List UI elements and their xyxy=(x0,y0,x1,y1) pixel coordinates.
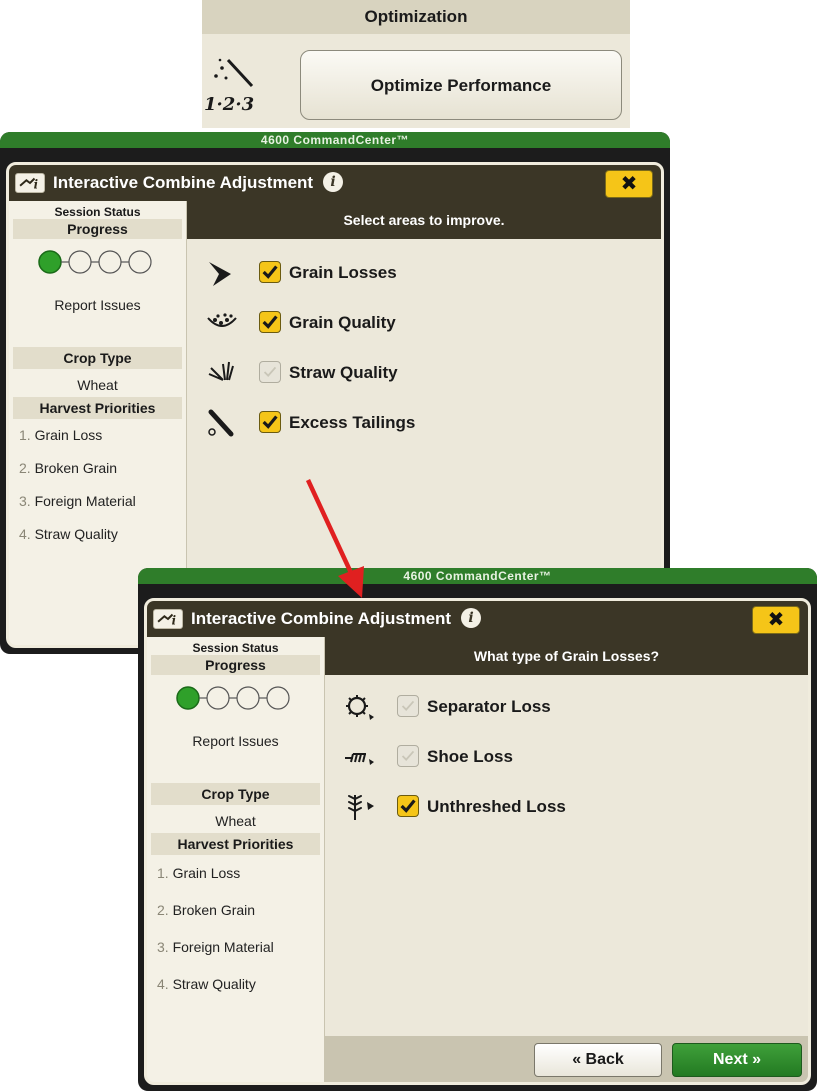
content-prompt: What type of Grain Losses? xyxy=(325,637,808,675)
svg-text:i: i xyxy=(34,177,38,191)
close-button[interactable]: ✖ xyxy=(605,170,653,198)
crop-type-value: Wheat xyxy=(215,813,256,829)
commandcenter-bar: 4600 CommandCenter™ xyxy=(138,568,817,584)
dialog-frame: i Interactive Combine Adjustment i ✖ Sess… xyxy=(144,598,811,1085)
info-icon[interactable]: i xyxy=(323,171,344,192)
option-label: Straw Quality xyxy=(289,363,398,382)
progress-label: Progress xyxy=(13,219,182,239)
harvest-priorities-label: Harvest Priorities xyxy=(13,397,182,419)
grain-quality-icon xyxy=(207,313,237,327)
session-sidebar: Session Status Progress Report Issues Cr… xyxy=(147,637,325,1082)
crop-type-label: Crop Type xyxy=(151,783,320,805)
options-area: Separator Loss Shoe Loss Unthreshed Loss xyxy=(325,675,808,1082)
info-icon[interactable]: i xyxy=(461,607,482,628)
dialog-title: Interactive Combine Adjustment i xyxy=(53,165,344,201)
dialog-title: Interactive Combine Adjustment i xyxy=(191,601,482,637)
option-label: Separator Loss xyxy=(427,697,551,716)
checkbox-checked[interactable] xyxy=(259,261,281,283)
option-label: Shoe Loss xyxy=(427,747,513,766)
option-grain-quality[interactable]: Grain Quality xyxy=(205,305,605,341)
excess-tailings-icon xyxy=(208,409,234,437)
current-step-label: Report Issues xyxy=(192,733,279,749)
progress-label: Progress xyxy=(151,655,320,675)
priority-item: 2. Broken Grain xyxy=(19,460,118,476)
checkbox-checked[interactable] xyxy=(259,311,281,333)
ica-app-icon: i xyxy=(153,609,183,629)
grain-losses-icon xyxy=(209,262,231,286)
optimization-header: Optimization xyxy=(202,0,630,34)
combine-adjustment-screen-2: 4600 CommandCenter™ i Interactive Combin… xyxy=(138,568,817,1091)
harvest-priorities-label: Harvest Priorities xyxy=(151,833,320,855)
checkbox-unchecked[interactable] xyxy=(397,745,419,767)
back-button[interactable]: « Back xyxy=(534,1043,662,1077)
crop-type-label: Crop Type xyxy=(13,347,182,369)
close-button[interactable]: ✖ xyxy=(752,606,800,634)
commandcenter-bar: 4600 CommandCenter™ xyxy=(0,132,670,148)
svg-text:i: i xyxy=(172,613,176,627)
option-label: Excess Tailings xyxy=(289,413,416,432)
progress-indicator xyxy=(37,250,152,274)
next-button[interactable]: Next » xyxy=(672,1043,802,1077)
checkbox-unchecked[interactable] xyxy=(259,361,281,383)
option-straw-quality[interactable]: Straw Quality xyxy=(205,355,605,391)
magic-wand-123-icon: 1·2·3 xyxy=(204,58,254,115)
priority-item: 4. Straw Quality xyxy=(19,526,118,542)
priority-item: 3. Foreign Material xyxy=(19,493,136,509)
separator-loss-icon xyxy=(346,695,374,720)
priority-item: 1. Grain Loss xyxy=(19,427,103,443)
dialog-title-bar: i Interactive Combine Adjustment i ✖ xyxy=(9,165,661,201)
checkbox-unchecked[interactable] xyxy=(397,695,419,717)
wand-number-text: 1·2·3 xyxy=(204,94,254,115)
session-status-label: Session Status xyxy=(192,641,279,655)
option-unthreshed-loss[interactable]: Unthreshed Loss xyxy=(343,789,743,825)
option-grain-losses[interactable]: Grain Losses xyxy=(205,255,605,291)
option-shoe-loss[interactable]: Shoe Loss xyxy=(343,739,743,775)
option-separator-loss[interactable]: Separator Loss xyxy=(343,689,743,725)
optimize-performance-button[interactable]: Optimize Performance xyxy=(300,50,622,120)
priority-item: 4. Straw Quality xyxy=(157,976,256,992)
option-excess-tailings[interactable]: Excess Tailings xyxy=(205,405,605,441)
current-step-label: Report Issues xyxy=(54,297,141,313)
unthreshed-loss-icon xyxy=(348,795,374,820)
session-status-label: Session Status xyxy=(54,205,141,219)
progress-indicator xyxy=(175,686,290,710)
ica-app-icon: i xyxy=(15,173,45,193)
straw-quality-icon xyxy=(208,361,234,381)
option-label: Grain Losses xyxy=(289,263,397,282)
checkbox-checked[interactable] xyxy=(397,795,419,817)
content-prompt: Select areas to improve. xyxy=(187,201,661,239)
priority-item: 1. Grain Loss xyxy=(157,865,241,881)
dialog-title-bar: i Interactive Combine Adjustment i ✖ xyxy=(147,601,808,637)
crop-type-value: Wheat xyxy=(77,377,118,393)
checkbox-checked[interactable] xyxy=(259,411,281,433)
priority-item: 2. Broken Grain xyxy=(157,902,256,918)
priority-item: 3. Foreign Material xyxy=(157,939,274,955)
option-label: Unthreshed Loss xyxy=(427,797,566,816)
optimization-panel: Optimization 1·2·3 Optimize Performance xyxy=(202,0,630,128)
option-label: Grain Quality xyxy=(289,313,396,332)
shoe-loss-icon xyxy=(345,753,374,765)
dialog-footer: « Back Next » xyxy=(325,1036,808,1082)
